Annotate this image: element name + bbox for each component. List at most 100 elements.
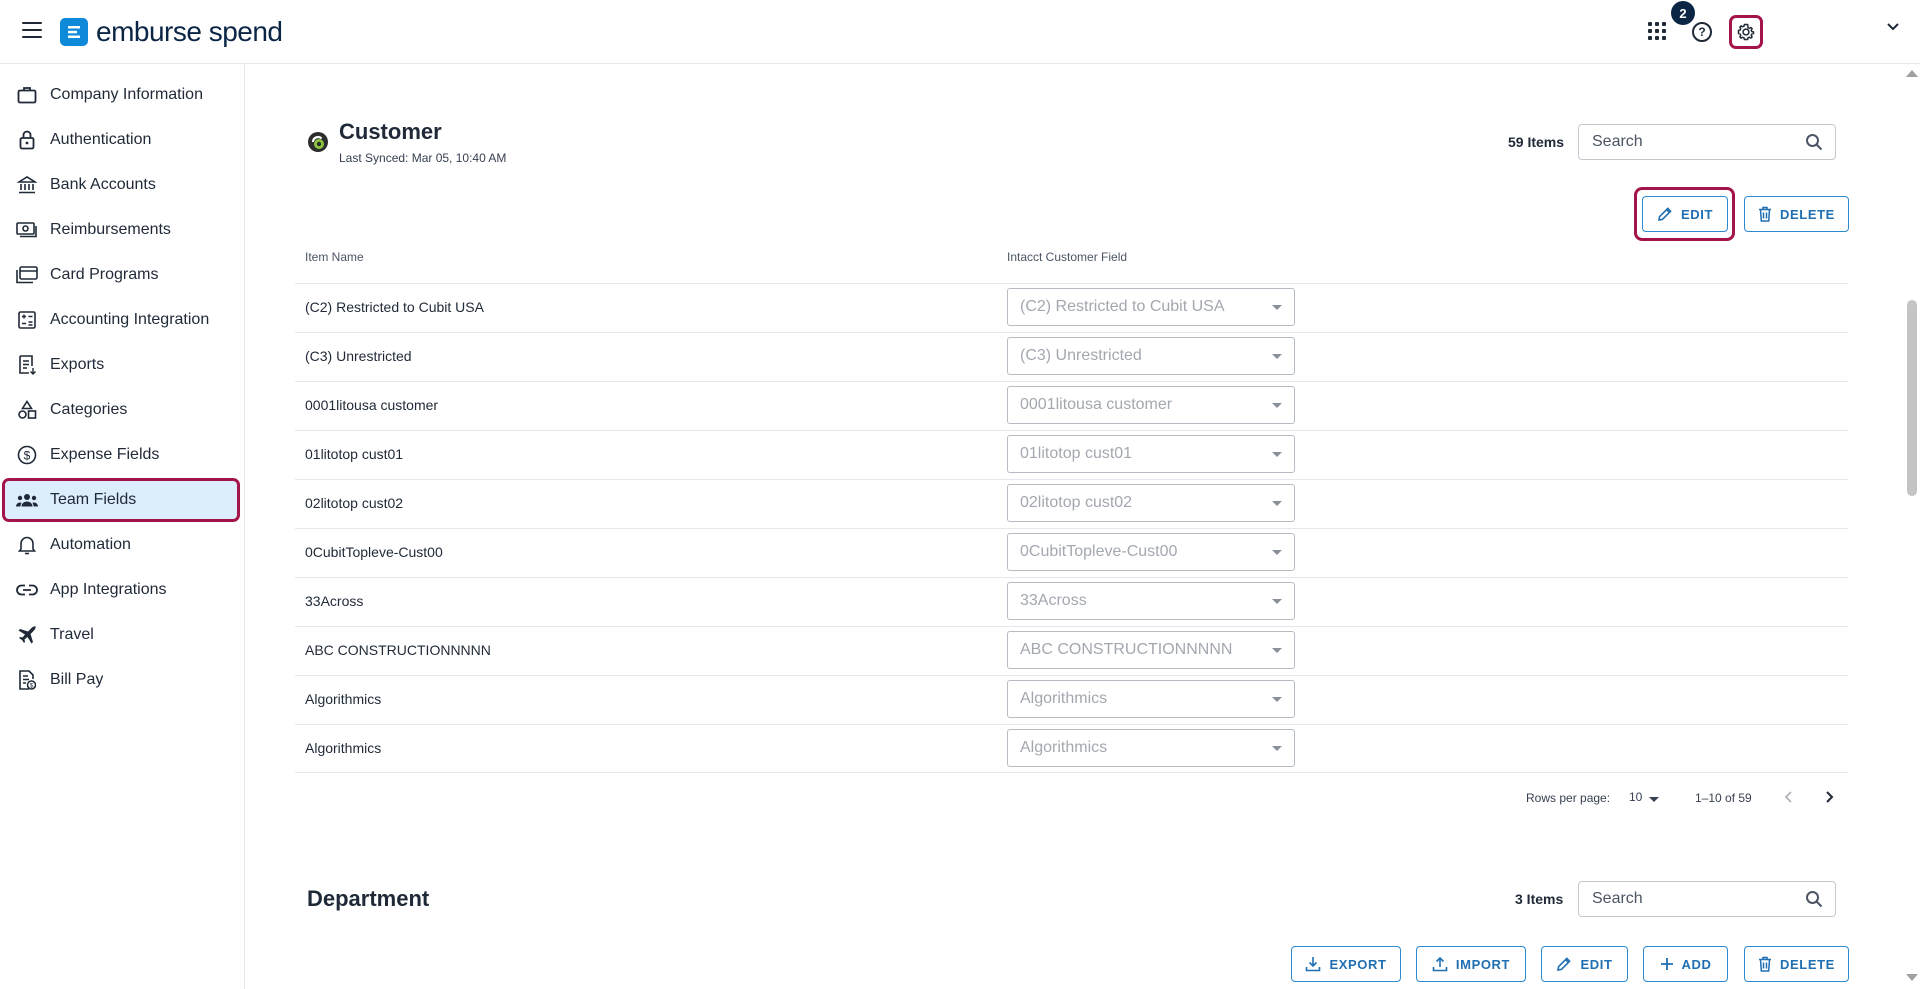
sidebar-item-categories[interactable]: Categories (2, 388, 240, 432)
lock-icon (16, 129, 38, 151)
button-label: ADD (1681, 956, 1712, 972)
item-name-cell: 0CubitTopleve-Cust00 (305, 544, 443, 560)
caret-down-icon (1272, 746, 1282, 751)
sidebar-item-reimbursements[interactable]: Reimbursements (2, 208, 240, 252)
search-placeholder: Search (1592, 890, 1643, 907)
caret-down-icon (1272, 452, 1282, 457)
table-row: Algorithmics Algorithmics (295, 675, 1848, 724)
pagination-range: 1–10 of 59 (1695, 791, 1752, 805)
customer-section-title: Customer (339, 119, 442, 144)
item-name-cell: 02litotop cust02 (305, 495, 404, 511)
department-import-button[interactable]: IMPORT (1416, 946, 1526, 982)
sidebar-item-label: Bill Pay (50, 671, 104, 688)
caret-down-icon[interactable] (1649, 797, 1659, 802)
caret-down-icon (1272, 354, 1282, 359)
prev-page-icon[interactable] (1783, 790, 1795, 804)
sidebar-item-authentication[interactable]: Authentication (2, 118, 240, 162)
pencil-icon (1657, 207, 1672, 221)
select-value: 02litotop cust02 (1020, 494, 1133, 511)
scroll-up-arrow-icon[interactable] (1906, 70, 1918, 77)
shapes-icon (16, 399, 38, 421)
department-add-button[interactable]: ADD (1643, 946, 1728, 982)
logo-text: emburse spend (96, 16, 283, 47)
dollar-circle-icon: $ (16, 444, 38, 466)
intacct-field-select[interactable]: (C2) Restricted to Cubit USA (1007, 288, 1295, 326)
apps-grid-icon[interactable] (1648, 22, 1666, 40)
sidebar-item-label: Accounting Integration (50, 311, 210, 328)
chevron-down-icon[interactable] (1886, 20, 1900, 34)
intacct-field-select[interactable]: 0001litousa customer (1007, 386, 1295, 424)
caret-down-icon (1272, 648, 1282, 653)
menu-icon[interactable] (22, 22, 42, 38)
intacct-field-select[interactable]: ABC CONSTRUCTIONNNNN (1007, 631, 1295, 669)
button-label: EDIT (1680, 206, 1713, 222)
sidebar-item-company-information[interactable]: Company Information (2, 73, 240, 117)
department-delete-button[interactable]: DELETE (1744, 946, 1849, 982)
next-page-icon[interactable] (1823, 790, 1835, 804)
intacct-field-select[interactable]: Algorithmics (1007, 680, 1295, 718)
select-value: 33Across (1020, 592, 1087, 609)
department-section-title: Department (307, 886, 430, 911)
select-value: 0001litousa customer (1020, 396, 1173, 413)
select-value: (C2) Restricted to Cubit USA (1020, 298, 1225, 315)
intacct-field-select[interactable]: (C3) Unrestricted (1007, 337, 1295, 375)
department-edit-button[interactable]: EDIT (1541, 946, 1628, 982)
sidebar-item-label: Exports (50, 356, 105, 373)
sidebar-item-bill-pay[interactable]: $ Bill Pay (2, 658, 240, 702)
scroll-thumb[interactable] (1907, 300, 1917, 496)
item-name-cell: 33Across (305, 593, 364, 609)
table-row: 01litotop cust01 01litotop cust01 (295, 430, 1848, 479)
sidebar-item-bank-accounts[interactable]: Bank Accounts (2, 163, 240, 207)
customer-search-input[interactable]: Search (1578, 124, 1836, 160)
intacct-field-select[interactable]: Algorithmics (1007, 729, 1295, 767)
select-value: Algorithmics (1020, 690, 1108, 707)
sidebar-item-team-fields[interactable]: Team Fields (2, 478, 240, 522)
intacct-field-select[interactable]: 01litotop cust01 (1007, 435, 1295, 473)
item-name-cell: (C3) Unrestricted (305, 348, 412, 364)
help-icon[interactable]: ? (1692, 22, 1712, 42)
intacct-field-select[interactable]: 0CubitTopleve-Cust00 (1007, 533, 1295, 571)
sidebar-item-card-programs[interactable]: Card Programs (2, 253, 240, 297)
intacct-field-select[interactable]: 02litotop cust02 (1007, 484, 1295, 522)
trash-icon (1759, 956, 1772, 972)
department-search-input[interactable]: Search (1578, 881, 1836, 917)
customer-delete-button[interactable]: DELETE (1744, 196, 1849, 232)
column-header-intacct-field: Intacct Customer Field (1007, 250, 1128, 264)
sidebar-item-expense-fields[interactable]: $ Expense Fields (2, 433, 240, 477)
export-doc-icon (16, 354, 38, 376)
sidebar-item-label: App Integrations (50, 581, 167, 598)
rows-per-page-label: Rows per page: (1526, 791, 1611, 805)
cash-icon (16, 219, 38, 241)
customer-edit-button[interactable]: EDIT (1642, 196, 1728, 232)
sidebar-item-automation[interactable]: Automation (2, 523, 240, 567)
airplane-icon (16, 624, 38, 646)
svg-text:$: $ (30, 683, 34, 690)
team-icon (16, 489, 38, 511)
settings-button[interactable] (1729, 15, 1763, 49)
download-icon (1306, 957, 1321, 972)
select-value: Algorithmics (1020, 739, 1108, 756)
scroll-down-arrow-icon[interactable] (1906, 974, 1918, 981)
select-value: 0CubitTopleve-Cust00 (1020, 543, 1178, 560)
notification-badge[interactable]: 2 (1671, 1, 1695, 25)
sidebar-item-label: Company Information (50, 86, 203, 103)
calculator-icon (16, 309, 38, 331)
intacct-field-select[interactable]: 33Across (1007, 582, 1295, 620)
intacct-sync-icon (308, 132, 328, 152)
department-export-button[interactable]: EXPORT (1291, 946, 1401, 982)
sidebar-item-exports[interactable]: Exports (2, 343, 240, 387)
top-bar: emburse spend 2 ? (0, 0, 1920, 64)
main-scrollbar[interactable] (1905, 64, 1920, 989)
caret-down-icon (1272, 697, 1282, 702)
table-row: (C3) Unrestricted (C3) Unrestricted (295, 332, 1848, 381)
rows-per-page-select[interactable]: 10 (1629, 790, 1642, 804)
department-item-count: 3 Items (1515, 891, 1564, 907)
sidebar-item-accounting-integration[interactable]: Accounting Integration (2, 298, 240, 342)
button-label: DELETE (1780, 956, 1835, 972)
sidebar-item-label: Categories (50, 401, 128, 418)
select-value: 01litotop cust01 (1020, 445, 1133, 462)
sidebar-item-app-integrations[interactable]: App Integrations (2, 568, 240, 612)
sidebar-item-travel[interactable]: Travel (2, 613, 240, 657)
search-icon (1806, 134, 1823, 151)
logo[interactable]: emburse spend (60, 16, 283, 48)
